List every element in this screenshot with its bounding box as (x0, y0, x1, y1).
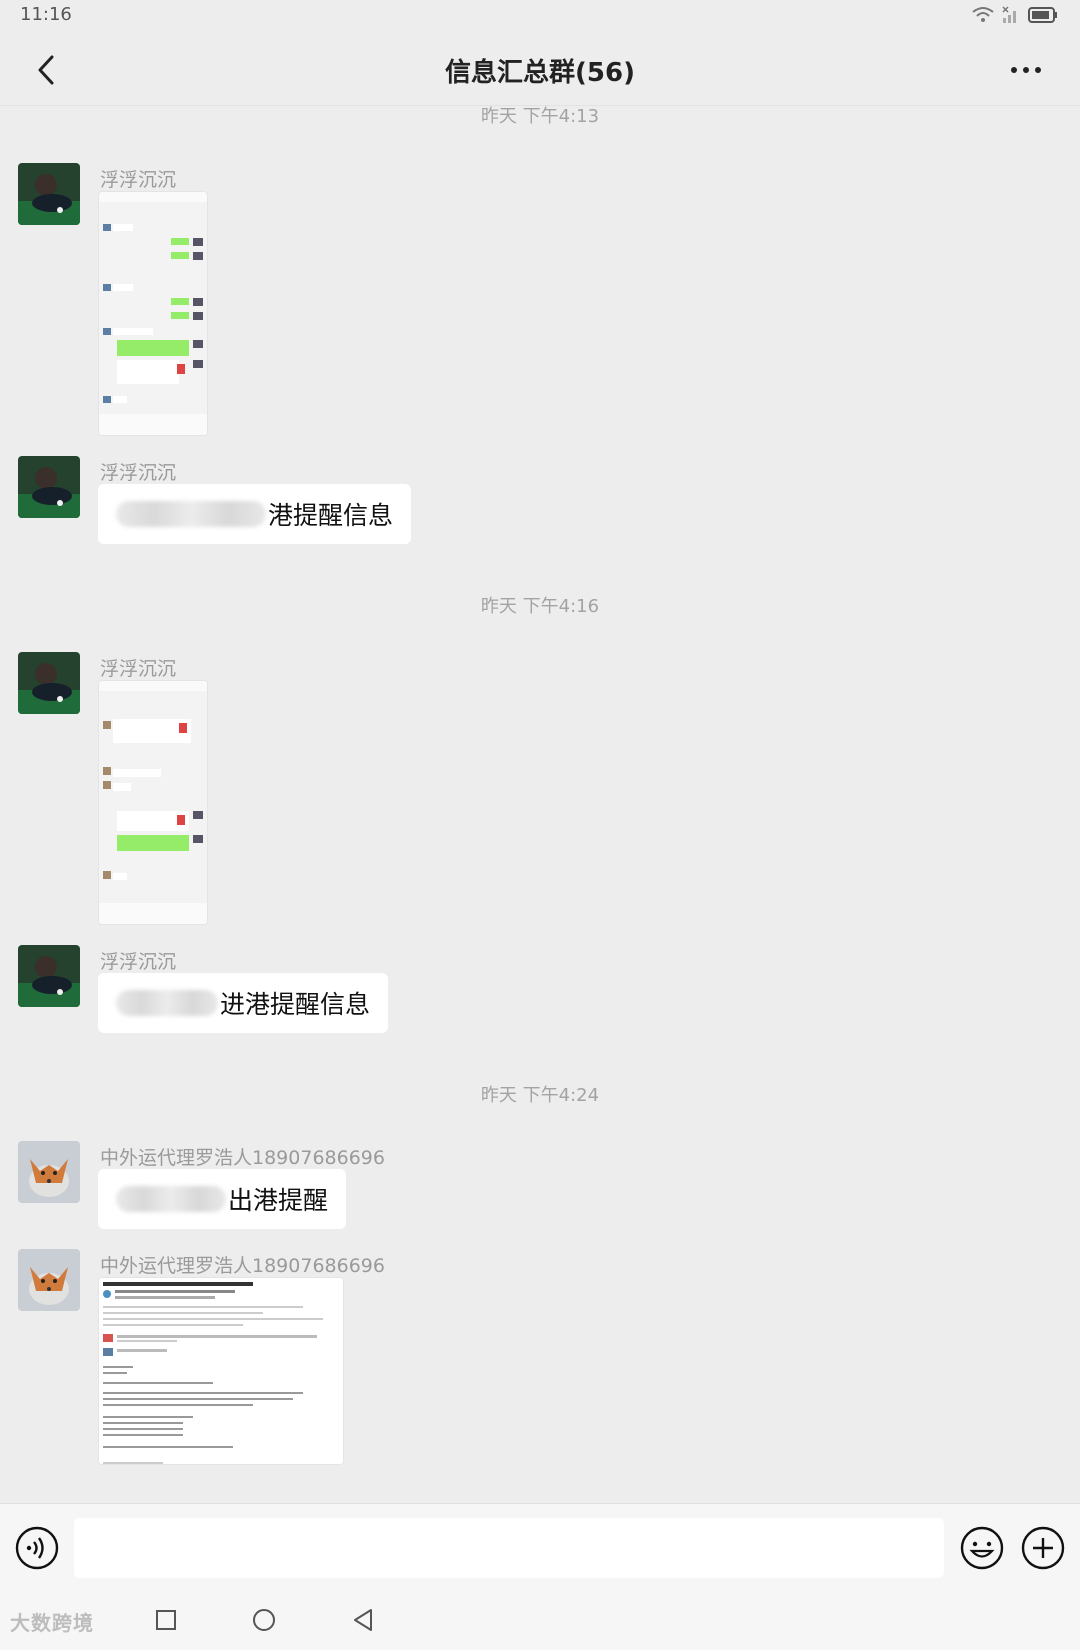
message-item: 浮浮沉沉 (18, 652, 1058, 927)
message-item: 浮浮沉沉 港提醒信息 (18, 456, 1058, 546)
emoji-icon[interactable] (960, 1526, 1004, 1570)
avatar[interactable] (18, 456, 80, 518)
avatar[interactable] (18, 652, 80, 714)
message-input[interactable] (74, 1518, 944, 1578)
watermark: 大数跨境 (10, 1611, 94, 1635)
message-text: 出港提醒 (228, 1186, 329, 1215)
message-item: 浮浮沉沉 (18, 163, 1058, 438)
system-nav-bar: 大数跨境 (0, 1593, 1080, 1650)
image-message[interactable] (98, 1277, 344, 1465)
battery-icon (1028, 7, 1057, 23)
message-bubble[interactable]: 港提醒信息 (98, 484, 412, 544)
message-item: 中外运代理罗浩人18907686696 出港提醒 (18, 1141, 1058, 1231)
avatar[interactable] (18, 945, 80, 1007)
signal-icon (1002, 6, 1016, 23)
more-dots-icon[interactable] (1006, 52, 1046, 88)
sender-name: 中外运代理罗浩人18907686696 (100, 1255, 385, 1277)
chat-title: 信息汇总群(56) (445, 58, 635, 88)
voice-icon[interactable] (15, 1526, 59, 1570)
triangle-back-icon[interactable] (352, 1608, 374, 1632)
email-thumbnail (99, 1278, 343, 1464)
sender-name: 浮浮沉沉 (100, 462, 177, 484)
redacted-text (116, 501, 266, 527)
screenshot-thumbnail (99, 192, 207, 435)
timestamp: 昨天 下午4:24 (480, 1085, 600, 1106)
message-text: 港提醒信息 (268, 501, 394, 530)
message-item: 中外运代理罗浩人18907686696 (18, 1249, 1058, 1469)
sender-name: 中外运代理罗浩人18907686696 (100, 1147, 385, 1169)
square-icon[interactable] (155, 1609, 177, 1631)
image-message[interactable] (98, 680, 208, 925)
sender-name: 浮浮沉沉 (100, 169, 177, 191)
chat-header: 信息汇总群(56) (0, 34, 1080, 106)
wifi-icon (972, 7, 994, 22)
status-time: 11:16 (20, 4, 72, 25)
message-bubble[interactable]: 出港提醒 (98, 1169, 347, 1229)
status-bar: 11:16 (0, 0, 1080, 34)
status-icons (972, 6, 1058, 24)
timestamp: 昨天 下午4:13 (480, 106, 600, 127)
avatar[interactable] (18, 1249, 80, 1311)
redacted-text (116, 990, 218, 1016)
message-bubble[interactable]: 进港提醒信息 (98, 973, 389, 1033)
redacted-text (116, 1186, 226, 1212)
message-item: 浮浮沉沉 进港提醒信息 (18, 945, 1058, 1035)
circle-icon[interactable] (252, 1608, 276, 1632)
image-message[interactable] (98, 191, 208, 436)
sender-name: 浮浮沉沉 (100, 658, 177, 680)
avatar[interactable] (18, 1141, 80, 1203)
timestamp: 昨天 下午4:16 (480, 596, 600, 617)
chat-input-bar (0, 1503, 1080, 1593)
plus-icon[interactable] (1021, 1526, 1065, 1570)
sender-name: 浮浮沉沉 (100, 951, 177, 973)
message-text: 进港提醒信息 (220, 990, 371, 1019)
avatar[interactable] (18, 163, 80, 225)
screenshot-thumbnail (99, 681, 207, 924)
